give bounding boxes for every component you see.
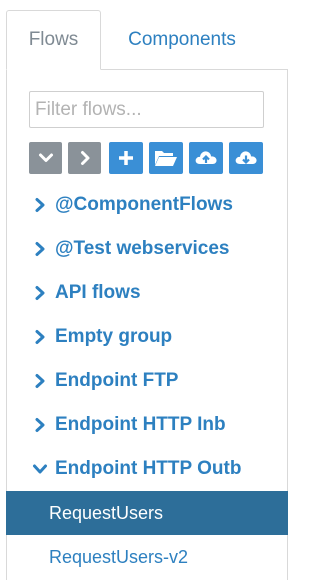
- tree-group-endpoint-http-outb[interactable]: Endpoint HTTP Outb: [6, 447, 288, 491]
- tab-flows[interactable]: Flows: [6, 10, 101, 70]
- upload-button[interactable]: [189, 142, 223, 174]
- tree-item-requestusers[interactable]: RequestUsers: [6, 491, 288, 535]
- tree-group-label: Endpoint FTP: [55, 370, 179, 391]
- flow-tree: @ComponentFlows @Test webservices API fl…: [6, 183, 288, 579]
- chevron-right-icon: [30, 196, 49, 215]
- download-button[interactable]: [229, 142, 263, 174]
- chevron-down-icon: [30, 460, 49, 479]
- chevron-right-icon: [30, 328, 49, 347]
- tree-group-endpoint-http-inb[interactable]: Endpoint HTTP Inb: [6, 403, 288, 447]
- cloud-upload-icon: [195, 151, 217, 164]
- tree-item-label: RequestUsers: [49, 502, 164, 523]
- tree-group-componentflows[interactable]: @ComponentFlows: [6, 183, 288, 227]
- tree-group-label: Empty group: [55, 326, 173, 347]
- chevron-down-icon: [38, 153, 53, 162]
- folder-open-icon: [155, 151, 177, 166]
- plus-icon: [119, 151, 133, 165]
- open-folder-button[interactable]: [149, 142, 183, 174]
- tree-group-empty-group[interactable]: Empty group: [6, 315, 288, 359]
- tree-group-label: Endpoint HTTP Inb: [55, 414, 226, 435]
- chevron-right-icon: [80, 151, 89, 165]
- tree-group-label: API flows: [55, 282, 141, 303]
- tree-item-label: RequestUsers-v2: [49, 546, 189, 567]
- cloud-download-icon: [235, 151, 257, 165]
- chevron-right-icon: [30, 240, 49, 259]
- tree-group-test-webservices[interactable]: @Test webservices: [6, 227, 288, 271]
- tree-group-api-flows[interactable]: API flows: [6, 271, 288, 315]
- tab-components[interactable]: Components: [112, 10, 252, 70]
- chevron-right-icon: [30, 284, 49, 303]
- chevron-right-icon: [30, 416, 49, 435]
- filter-flows-input[interactable]: [29, 91, 264, 128]
- flows-toolbar: [29, 142, 263, 174]
- tree-item-requestusers-v2[interactable]: RequestUsers-v2: [6, 535, 288, 579]
- tree-group-label: @ComponentFlows: [55, 194, 233, 215]
- chevron-right-icon: [30, 372, 49, 391]
- expand-all-button[interactable]: [68, 142, 101, 174]
- tab-bar: Flows Components: [0, 0, 300, 70]
- tree-group-endpoint-ftp[interactable]: Endpoint FTP: [6, 359, 288, 403]
- tree-group-label: @Test webservices: [55, 238, 230, 259]
- add-flow-button[interactable]: [109, 142, 143, 174]
- tree-group-label: Endpoint HTTP Outb: [55, 458, 242, 479]
- collapse-all-button[interactable]: [29, 142, 62, 174]
